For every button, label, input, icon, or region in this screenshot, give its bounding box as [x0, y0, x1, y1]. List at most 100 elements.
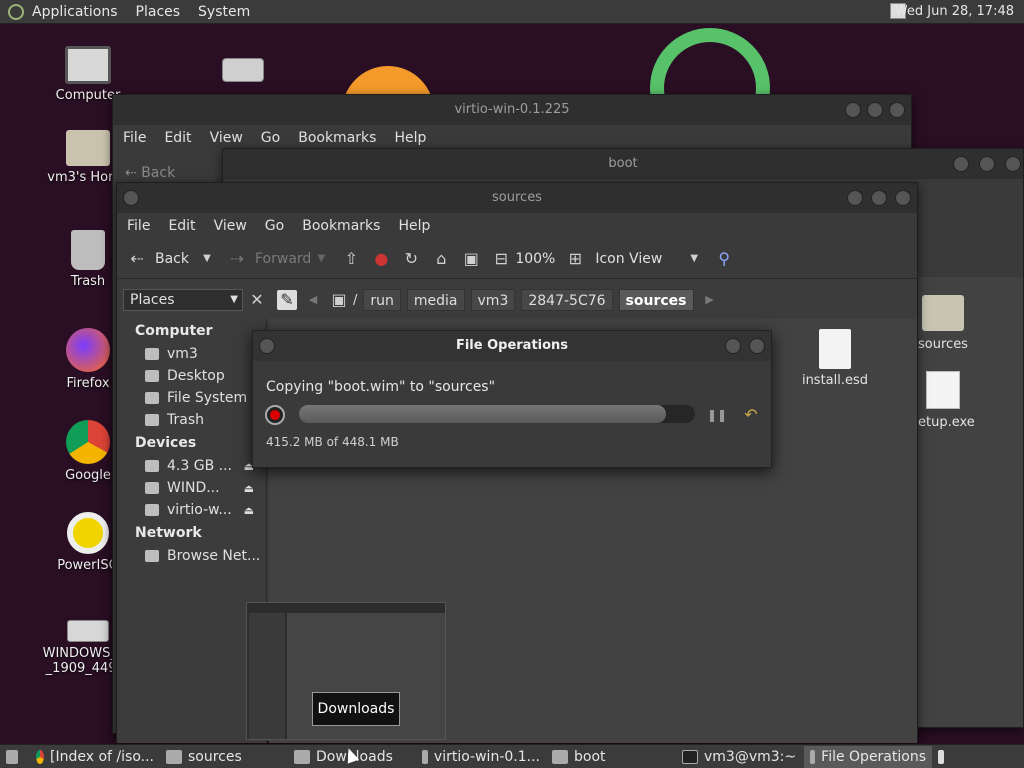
window-titlebar[interactable]: sources	[117, 183, 917, 213]
root-drive-icon[interactable]: ▣	[329, 290, 349, 310]
minimize-button[interactable]	[845, 102, 861, 118]
sidebar-item-browse-network[interactable]: Browse Net...	[117, 545, 266, 567]
eject-icon[interactable]: ⏏	[244, 482, 254, 495]
menu-edit[interactable]: Edit	[168, 218, 195, 234]
chevron-down-icon[interactable]: ▼	[197, 249, 217, 269]
menu-help[interactable]: Help	[394, 130, 426, 146]
menu-bookmarks[interactable]: Bookmarks	[302, 218, 380, 234]
window-menu-button[interactable]	[259, 338, 275, 354]
stop-button[interactable]: ●	[371, 249, 391, 269]
sidebar: Computer vm3 Desktop File System Trash D…	[117, 319, 267, 743]
task-boot[interactable]: boot	[546, 746, 676, 768]
cancel-operation-button[interactable]	[265, 405, 285, 425]
menu-go[interactable]: Go	[261, 130, 280, 146]
minimize-button[interactable]	[725, 338, 741, 354]
breadcrumb-media[interactable]: media	[406, 289, 465, 311]
menu-go[interactable]: Go	[265, 218, 284, 234]
menu-file[interactable]: File	[127, 218, 150, 234]
back-arrow-icon: ⇠	[125, 165, 142, 181]
breadcrumb-run[interactable]: run	[363, 289, 401, 311]
menu-applications[interactable]: Applications	[32, 4, 118, 20]
copy-status-text: Copying "boot.wim" to "sources"	[266, 379, 496, 395]
drive-icon	[145, 460, 159, 472]
sidebar-item-device-2[interactable]: WIND... ⏏	[117, 477, 266, 499]
sidebar-item-device-1[interactable]: 4.3 GB ... ⏏	[117, 455, 266, 477]
breadcrumb-volume[interactable]: 2847-5C76	[521, 289, 613, 311]
menu-bookmarks[interactable]: Bookmarks	[298, 130, 376, 146]
breadcrumb-right-icon[interactable]: ▶	[700, 290, 720, 310]
task-chrome[interactable]: [Index of /iso...	[30, 746, 160, 768]
drive-icon	[67, 620, 109, 642]
sidebar-item-filesystem[interactable]: File System	[117, 387, 266, 409]
folder-icon	[552, 749, 568, 764]
home-button[interactable]: ⌂	[431, 249, 451, 269]
close-sidebar-icon[interactable]: ✕	[247, 290, 267, 310]
close-button[interactable]	[1005, 156, 1021, 172]
window-title: sources	[492, 190, 542, 205]
dialog-title: File Operations	[455, 338, 569, 353]
maximize-button[interactable]	[867, 102, 883, 118]
sidebar-item-desktop[interactable]: Desktop	[117, 365, 266, 387]
back-button[interactable]: ⇠ Back ▼	[127, 249, 217, 269]
sidebar-item-vm3[interactable]: vm3	[117, 343, 266, 365]
task-virtio-win[interactable]: virtio-win-0.1...	[416, 746, 546, 768]
eject-icon[interactable]: ⏏	[244, 504, 254, 517]
file-operations-dialog[interactable]: File Operations Copying "boot.wim" to "s…	[252, 330, 772, 468]
up-button[interactable]: ⇧	[341, 249, 361, 269]
menu-view[interactable]: View	[210, 130, 243, 146]
window-titlebar[interactable]: boot	[223, 149, 1023, 179]
windows-exe-icon	[926, 371, 960, 409]
clock[interactable]: Wed Jun 28, 17:48	[895, 4, 1014, 19]
sidebar-item-device-3[interactable]: virtio-w... ⏏	[117, 499, 266, 521]
window-icon	[810, 749, 816, 764]
task-sources[interactable]: sources	[160, 746, 288, 768]
menu-edit[interactable]: Edit	[164, 130, 191, 146]
menu-places[interactable]: Places	[136, 4, 181, 20]
desktop-icon-label: PowerISO	[57, 558, 119, 573]
breadcrumb-vm3[interactable]: vm3	[470, 289, 516, 311]
breadcrumb-sources[interactable]: sources	[618, 289, 694, 311]
computer-icon	[65, 46, 111, 84]
zoom-out-button[interactable]: ⊟	[491, 249, 511, 269]
dialog-titlebar[interactable]: File Operations	[253, 331, 771, 361]
window-titlebar[interactable]: virtio-win-0.1.225	[113, 95, 911, 125]
workspace-switcher[interactable]	[932, 746, 956, 768]
undo-icon[interactable]: ↶	[741, 405, 761, 425]
edit-location-icon[interactable]: ✎	[277, 290, 297, 310]
close-button[interactable]	[749, 338, 765, 354]
task-file-operations[interactable]: File Operations	[804, 745, 932, 768]
show-desktop-icon	[6, 749, 18, 764]
sidebar-header-network: Network	[135, 525, 202, 541]
zoom-in-button[interactable]: ⊞	[565, 249, 585, 269]
preview-tooltip: Downloads	[312, 692, 400, 726]
maximize-button[interactable]	[979, 156, 995, 172]
show-desktop-button[interactable]	[0, 746, 30, 768]
document-icon	[819, 329, 851, 369]
trash-icon	[145, 414, 159, 426]
reload-button[interactable]: ↻	[401, 249, 421, 269]
distro-logo-icon[interactable]	[8, 3, 24, 20]
menu-file[interactable]: File	[123, 130, 146, 146]
close-button[interactable]	[889, 102, 905, 118]
breadcrumb-left-icon[interactable]: ◀	[303, 290, 323, 310]
computer-button[interactable]: ▣	[461, 249, 481, 269]
location-bar: Places ✕ ✎ ◀ ▣ / run media vm3 2847-5C76…	[117, 283, 917, 317]
file-item[interactable]: install.esd	[795, 329, 875, 388]
places-select[interactable]: Places	[123, 289, 243, 311]
minimize-button[interactable]	[953, 156, 969, 172]
forward-button[interactable]: ⇢ Forward ▼	[227, 249, 331, 269]
pause-icon[interactable]: ❚❚	[707, 405, 727, 425]
close-button[interactable]	[895, 190, 911, 206]
menu-view[interactable]: View	[214, 218, 247, 234]
back-button[interactable]: ⇠ Back	[125, 165, 175, 181]
search-button[interactable]: ⚲	[714, 249, 734, 269]
task-terminal[interactable]: vm3@vm3:~	[676, 746, 804, 768]
maximize-button[interactable]	[871, 190, 887, 206]
window-menu-button[interactable]	[123, 190, 139, 206]
drive-desktop-icon[interactable]	[222, 58, 264, 82]
view-mode-select[interactable]: Icon View ▼	[595, 249, 704, 269]
menu-help[interactable]: Help	[398, 218, 430, 234]
sidebar-item-trash[interactable]: Trash	[117, 409, 266, 431]
menu-system[interactable]: System	[198, 4, 250, 20]
minimize-button[interactable]	[847, 190, 863, 206]
